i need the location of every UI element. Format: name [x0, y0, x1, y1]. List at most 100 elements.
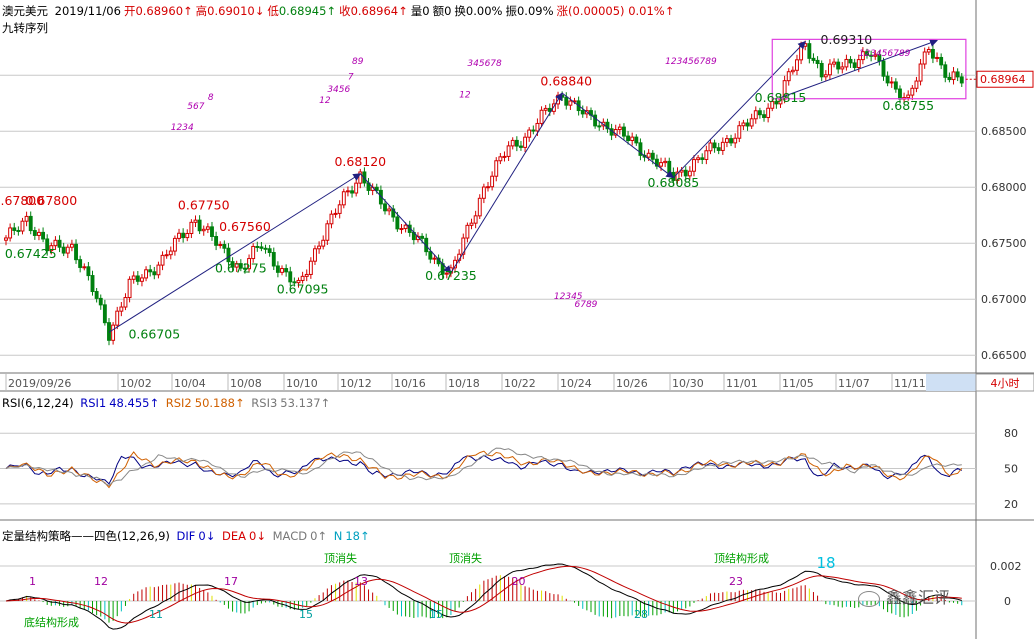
xaxis-tick-label: 10/12 — [340, 377, 372, 390]
candle-body — [539, 109, 544, 124]
xaxis-tick-label: 10/16 — [394, 377, 426, 390]
price-annotation: 0.67275 — [215, 260, 267, 275]
close-label: 收 — [339, 4, 351, 18]
xaxis-tick-label: 2019/09/26 — [8, 377, 71, 390]
candle-body — [345, 190, 350, 193]
watermark-text: 鑫鑫汇评 — [886, 588, 951, 607]
macd-annotation: 23 — [729, 575, 743, 588]
td-sequence-label: 123456789 — [859, 49, 911, 59]
candle-body — [926, 48, 931, 53]
candle-body — [741, 122, 746, 127]
candle-body — [321, 239, 326, 247]
candle-body — [205, 226, 210, 230]
candle-body — [852, 62, 857, 68]
candle-body — [494, 160, 499, 177]
candle-body — [498, 156, 503, 162]
xaxis-tick-label: 10/08 — [230, 377, 262, 390]
candle-body — [395, 216, 400, 230]
price-header: 澳元美元 2019/11/06 开0.68960↑ 高0.69010↓ 低0.6894… — [2, 3, 677, 19]
price-annotation: 0.68840 — [540, 73, 592, 88]
dea-value: 0↓ — [249, 529, 266, 543]
candle-body — [630, 136, 635, 142]
candle-body — [465, 224, 470, 239]
candle-body — [935, 56, 939, 59]
candle-body — [69, 243, 74, 248]
candle-body — [502, 155, 507, 158]
candle-body — [914, 80, 919, 89]
candle-body — [399, 228, 404, 231]
candle-body — [308, 260, 313, 275]
candle-body — [617, 126, 622, 131]
dif-value: 0↓ — [198, 529, 216, 543]
macd-title: 定量结构策略——四色(12,26,9) — [2, 529, 170, 543]
candle-body — [757, 110, 762, 116]
rsi1-value: 48.455↑ — [109, 396, 160, 410]
candle-body — [790, 69, 795, 73]
xaxis-tick-label: 10/26 — [616, 377, 648, 390]
candle-body — [832, 61, 836, 65]
price-annotation: 0.68815 — [755, 90, 807, 105]
candle-body — [350, 190, 354, 194]
td-sequence-label: 12 — [319, 96, 331, 106]
macd-tick-label: 0 — [1004, 595, 1011, 608]
change-label: 涨 — [556, 4, 569, 18]
candle-body — [749, 118, 754, 127]
candle-body — [341, 191, 346, 206]
rsi-tick-label: 50 — [1004, 463, 1018, 476]
high-label: 高 — [195, 4, 208, 18]
macd-label: MACD — [272, 529, 308, 543]
price-annotation: 0.68085 — [648, 175, 700, 190]
candle-body — [856, 59, 861, 68]
candle-body — [692, 159, 696, 172]
candle-body — [131, 275, 136, 280]
price-annotation: 0.67425 — [5, 246, 57, 261]
macd-annotation: 28 — [634, 608, 648, 621]
candle-body — [41, 231, 46, 240]
candle-body — [177, 232, 181, 239]
n-value: 18↑ — [345, 529, 370, 543]
candle-body — [123, 297, 128, 308]
candle-body — [57, 239, 62, 248]
candle-body — [210, 226, 214, 237]
candle-body — [807, 43, 812, 59]
td-sequence-label: 6789 — [575, 300, 598, 310]
candle-body — [4, 237, 8, 241]
candle-body — [403, 224, 408, 230]
candle-body — [267, 248, 272, 254]
candle-body — [214, 235, 219, 246]
macd-annotation: 18 — [817, 554, 836, 572]
td-sequence-label: 12 — [459, 91, 471, 101]
xaxis-tick-label: 10/04 — [174, 377, 206, 390]
price-annotation: 0.67750 — [178, 198, 230, 213]
price-annotation: 0.66705 — [128, 326, 180, 341]
candle-body — [181, 232, 186, 239]
candle-body — [766, 107, 771, 118]
candle-body — [622, 126, 626, 137]
candle-body — [712, 142, 717, 149]
candle-body — [716, 147, 721, 151]
candle-body — [74, 243, 78, 261]
timeframe-label: 4小时 — [991, 377, 1020, 390]
td-sequence-label: 7 — [348, 73, 354, 83]
td-sequence-label: 8 — [208, 93, 214, 103]
candle-body — [325, 223, 330, 241]
rsi3-value: 53.137↑ — [280, 396, 331, 410]
candle-body — [20, 220, 25, 232]
xaxis-tick-label: 10/22 — [504, 377, 536, 390]
candle-body — [152, 271, 157, 276]
candle-body — [222, 244, 227, 249]
turnover-value: 换0.00% — [454, 4, 503, 18]
candle-body — [626, 135, 631, 142]
candle-body — [251, 245, 256, 260]
macd-annotation: 底结构形成 — [24, 615, 79, 629]
last-price-label: 0.68964 — [980, 73, 1026, 86]
low-value: 0.68945↑ — [278, 4, 337, 18]
candle-body — [519, 145, 523, 148]
symbol-name: 澳元美元 — [2, 4, 48, 18]
candle-body — [737, 125, 742, 139]
candle-body — [197, 219, 202, 232]
candle-body — [201, 228, 206, 232]
macd-annotation: 顶消失 — [449, 551, 482, 565]
candle-body — [568, 100, 573, 106]
macd-annotation: 顶结构形成 — [714, 551, 769, 565]
